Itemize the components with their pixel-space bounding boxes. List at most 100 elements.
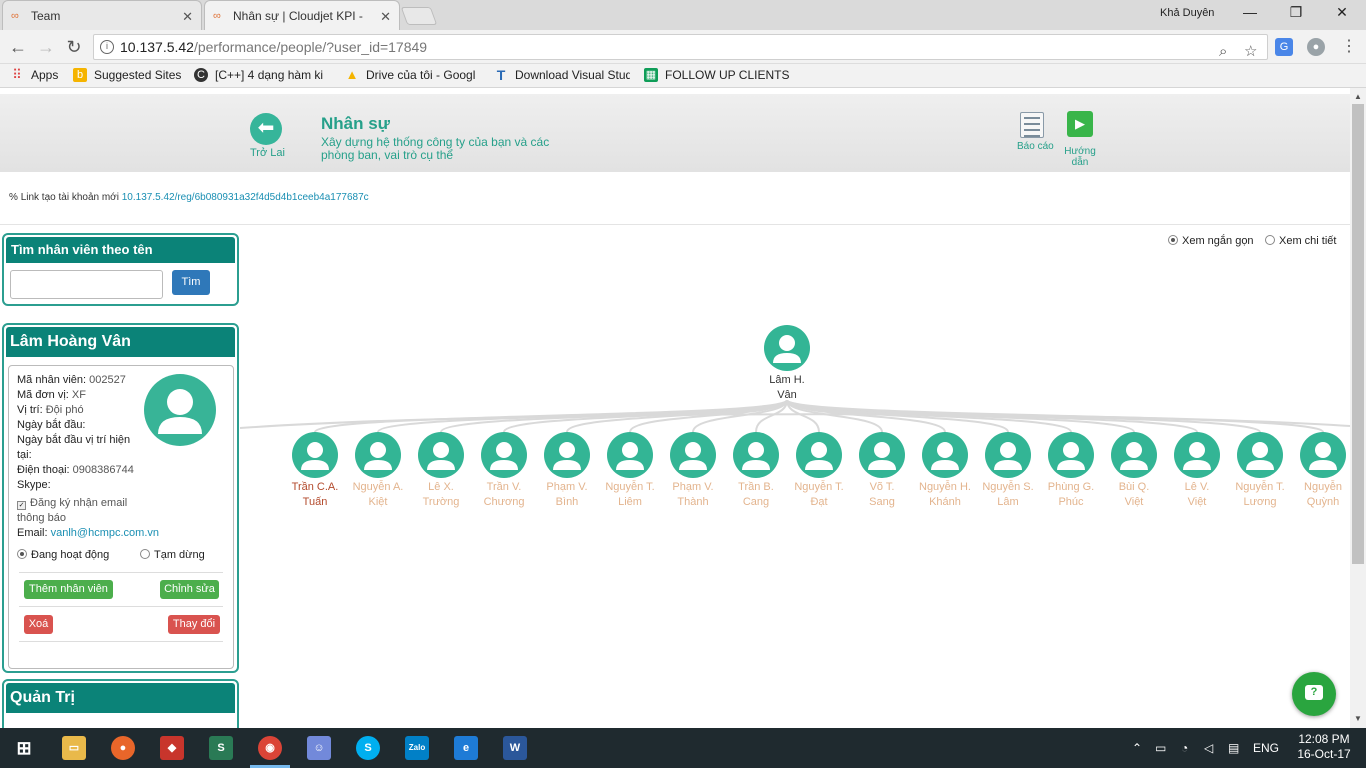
bing-icon: b [73,68,87,82]
node-name-line: Nguyễn S. [982,481,1034,493]
node-name-line: Trường [422,496,460,508]
node-name-line: Nguyễn H. [919,481,971,493]
node-name-line: Quỳnh [1306,496,1340,508]
tab-title: Nhân sự | Cloudjet KPI - [233,8,363,23]
org-node-child[interactable]: Nguyễn T. Lương [1225,432,1295,510]
node-name: Lâm H. Vân [752,373,822,403]
taskbar-clock[interactable]: 12:08 PM 16-Oct-17 [1290,732,1358,762]
zalo-icon[interactable]: Zalo [405,736,429,760]
chrome-menu-icon[interactable]: ⋮ [1338,36,1360,58]
cpp-site-icon: C [194,68,208,82]
edge-icon[interactable]: e [454,736,478,760]
node-name-line: Khánh [929,496,961,508]
translate-extension-icon[interactable]: G [1275,38,1293,56]
info-icon[interactable]: i [100,40,114,54]
close-window-icon[interactable]: ✕ [1322,4,1362,24]
minimize-icon[interactable]: — [1230,4,1270,24]
org-node-child[interactable]: Lê X. Trường [406,432,476,510]
org-node-root[interactable]: Lâm H. Vân [752,325,822,403]
bookmark-star-icon[interactable]: ☆ [1244,40,1257,64]
reload-icon[interactable]: ↻ [63,36,85,58]
battery-icon[interactable]: ▭ [1155,741,1166,755]
node-name: Nguyễn T. Liêm [595,480,665,510]
back-arrow-icon[interactable]: ← [7,36,29,58]
node-name: Nguyễn H. Khánh [910,480,980,510]
org-node-child[interactable]: Phùng G. Phúc [1036,432,1106,510]
url-input[interactable]: i 10.137.5.42/performance/people/?user_i… [93,34,1268,60]
node-name: Trần V. Chương [469,480,539,510]
discord-icon[interactable]: ☺ [307,736,331,760]
node-name-line: Trần B. [738,481,774,493]
scroll-down-icon[interactable]: ▼ [1354,714,1362,723]
app-icon[interactable]: ◆ [160,736,184,760]
notifications-icon[interactable]: ▤ [1228,741,1239,755]
wifi-icon[interactable]: ◔ [1181,741,1188,755]
restore-icon[interactable]: ❐ [1276,4,1316,24]
node-name-line: Việt [1187,496,1207,508]
org-node-child[interactable]: Nguyễn Quỳnh [1288,432,1350,510]
avatar [1111,432,1157,478]
node-name: Bùi Q. Việt [1099,480,1169,510]
node-name-line: Phạm V. [546,481,588,493]
chrome-icon[interactable]: ◉ [258,736,282,760]
close-icon[interactable]: ✕ [380,9,391,25]
page-scrollbar[interactable]: ▲ ▼ [1350,88,1366,728]
skype-icon[interactable]: S [356,736,380,760]
avatar [481,432,527,478]
avatar [985,432,1031,478]
word-icon[interactable]: W [503,736,527,760]
bookmark-label: Drive của tôi - Googl [366,68,476,82]
person-icon [679,442,707,470]
org-node-child[interactable]: Nguyễn T. Đạt [784,432,854,510]
forward-arrow-icon[interactable]: → [35,36,57,58]
org-node-child[interactable]: Nguyễn S. Lâm [973,432,1043,510]
tab-team[interactable]: ∞ Team ✕ [2,0,202,30]
volume-icon[interactable]: ◁ [1204,741,1213,755]
tray-chevron-icon[interactable]: ⌃ [1132,741,1142,755]
scroll-up-icon[interactable]: ▲ [1354,92,1362,101]
bookmark-apps[interactable]: ⠿ Apps [10,68,58,82]
node-name-line: Thành [677,496,709,508]
file-explorer-icon[interactable]: ▭ [62,736,86,760]
close-icon[interactable]: ✕ [182,9,193,25]
avatar [355,432,401,478]
node-name-line: Nguyễn T. [1235,481,1285,493]
org-node-child[interactable]: Võ T. Sang [847,432,917,510]
org-node-child[interactable]: Phạm V. Bình [532,432,602,510]
chat-bubble-icon: ? [1305,685,1323,700]
language-indicator[interactable]: ENG [1253,741,1279,755]
firefox-icon[interactable]: ● [111,736,135,760]
windows-start-icon[interactable]: ⊞ [12,736,36,760]
new-tab-button[interactable] [400,7,438,25]
node-name-line: Đạt [810,496,828,508]
person-icon [490,442,518,470]
zoom-icon[interactable]: ⌕ [1219,40,1227,64]
bookmark-follow-up[interactable]: ▦ FOLLOW UP CLIENTS [644,68,789,82]
tab-nhan-su[interactable]: ∞ Nhân sự | Cloudjet KPI - ✕ [204,0,400,30]
extension-icon[interactable]: ● [1307,38,1325,56]
cloudjet-favicon-icon: ∞ [11,9,19,22]
browser-profile-name[interactable]: Khả Duyên [1160,7,1214,19]
node-name-line: Phúc [1058,496,1084,508]
org-node-child[interactable]: Bùi Q. Việt [1099,432,1169,510]
bookmark-suggested-sites[interactable]: b Suggested Sites [73,68,181,82]
node-name: Võ T. Sang [847,480,917,510]
node-name-line: Lâm H. [769,374,805,386]
node-name-line: Phạm V. [672,481,714,493]
org-node-child[interactable]: Trần B. Cang [721,432,791,510]
org-node-child[interactable]: Trần V. Chương [469,432,539,510]
node-name-line: Lâm [997,496,1019,508]
bookmark-cpp[interactable]: C [C++] 4 dạng hàm ki [194,68,330,82]
org-node-child[interactable]: Nguyễn T. Liêm [595,432,665,510]
org-node-child[interactable]: Phạm V. Thành [658,432,728,510]
org-node-child[interactable]: Lê V. Việt [1162,432,1232,510]
app-s-icon[interactable]: S [209,736,233,760]
bookmark-drive[interactable]: ▲ Drive của tôi - Googl [345,68,481,82]
org-node-child[interactable]: Nguyễn H. Khánh [910,432,980,510]
node-name-line: Trần V. [486,481,522,493]
org-node-child[interactable]: Trần C.A. Tuấn [280,432,350,510]
org-node-child[interactable]: Nguyễn A. Kiệt [343,432,413,510]
chat-button[interactable]: ? [1292,672,1336,716]
scrollbar-thumb[interactable] [1352,104,1364,564]
bookmark-visual-studio[interactable]: T Download Visual Stud [494,68,630,82]
